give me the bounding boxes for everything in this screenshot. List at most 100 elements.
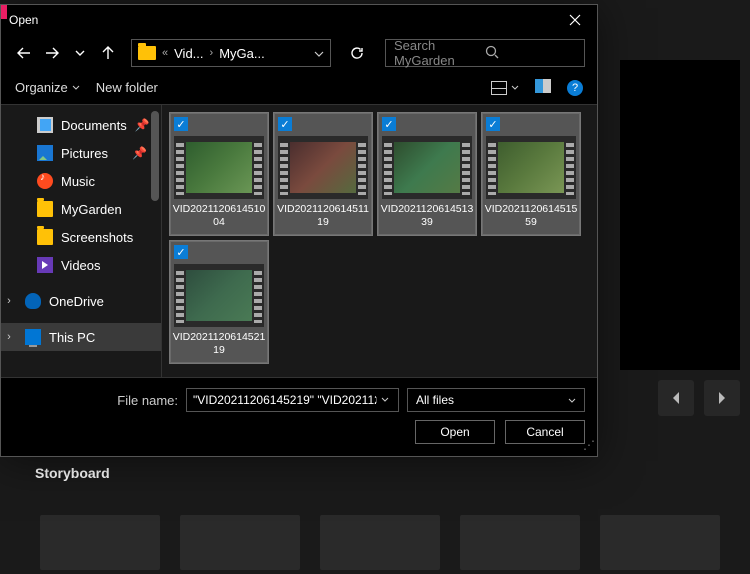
file-content-area[interactable]: ✓ VID202112061451004 ✓ VID20211206145111… <box>161 105 597 377</box>
pin-icon: 📌 <box>135 118 150 132</box>
prev-button[interactable] <box>658 380 694 416</box>
search-icon <box>485 45 576 62</box>
sidebar-item-onedrive[interactable]: › OneDrive <box>1 287 161 315</box>
up-button[interactable] <box>97 41 119 65</box>
checkbox-icon[interactable]: ✓ <box>174 245 188 259</box>
folder-icon <box>37 201 53 217</box>
folder-icon <box>138 46 156 60</box>
back-button[interactable] <box>13 41 35 65</box>
filename-row: File name: "VID20211206145219" "VID20211… <box>13 388 585 412</box>
thumbnail-grid: ✓ VID202112061451004 ✓ VID20211206145111… <box>170 113 589 363</box>
file-thumbnail[interactable]: ✓ VID202112061452119 <box>170 241 268 363</box>
titlebar: Open <box>1 5 597 35</box>
chevron-right-icon[interactable]: › <box>3 331 15 343</box>
open-dialog: Open « Vid... › MyGa... Search MyGarden <box>0 4 598 457</box>
toolbar: Organize New folder ? <box>1 71 597 105</box>
video-preview <box>620 60 740 370</box>
file-thumbnail[interactable]: ✓ VID202112061451559 <box>482 113 580 235</box>
breadcrumb-part[interactable]: MyGa... <box>219 46 265 61</box>
dialog-bottom: File name: "VID20211206145219" "VID20211… <box>1 377 597 456</box>
sidebar-item-label: Pictures <box>61 146 108 161</box>
sidebar-item-pictures[interactable]: Pictures 📌 <box>1 139 161 167</box>
chevron-down-icon <box>568 393 576 407</box>
pin-icon: 📌 <box>132 146 147 160</box>
breadcrumb[interactable]: « Vid... › MyGa... <box>131 39 331 67</box>
sidebar-item-screenshots[interactable]: Screenshots <box>1 223 161 251</box>
chevron-down-icon[interactable] <box>314 46 324 61</box>
sidebar-item-documents[interactable]: Documents 📌 <box>1 111 161 139</box>
file-thumbnail[interactable]: ✓ VID202112061451004 <box>170 113 268 235</box>
chevron-down-icon[interactable] <box>376 397 392 403</box>
sidebar-item-label: Videos <box>61 258 101 273</box>
checkbox-icon[interactable]: ✓ <box>486 117 500 131</box>
help-button[interactable]: ? <box>567 80 583 96</box>
button-row: Open Cancel <box>13 420 585 444</box>
storyboard-label: Storyboard <box>35 465 110 481</box>
sidebar-item-label: Music <box>61 174 95 189</box>
video-controls <box>658 380 740 416</box>
storyboard-slot[interactable] <box>320 515 440 570</box>
sidebar: Documents 📌 Pictures 📌 Music MyGarden Sc… <box>1 105 161 377</box>
checkbox-icon[interactable]: ✓ <box>382 117 396 131</box>
scrollbar[interactable] <box>151 111 159 201</box>
view-mode-button[interactable] <box>491 81 519 95</box>
search-placeholder: Search MyGarden <box>394 38 485 68</box>
file-type-filter[interactable]: All files <box>407 388 585 412</box>
filename-value: "VID20211206145219" "VID20211206 <box>193 393 376 407</box>
forward-button[interactable] <box>41 41 63 65</box>
chevron-right-icon: « <box>162 47 168 59</box>
storyboard-placeholders <box>40 515 720 570</box>
checkbox-icon[interactable]: ✓ <box>174 117 188 131</box>
storyboard-slot[interactable] <box>180 515 300 570</box>
play-button[interactable] <box>704 380 740 416</box>
cancel-button[interactable]: Cancel <box>505 420 585 444</box>
pictures-icon <box>37 145 53 161</box>
organize-menu[interactable]: Organize <box>15 80 80 95</box>
video-thumbnail-icon <box>174 136 264 199</box>
preview-pane-button[interactable] <box>535 79 551 96</box>
sidebar-item-music[interactable]: Music <box>1 167 161 195</box>
refresh-button[interactable] <box>343 39 371 67</box>
onedrive-icon <box>25 293 41 309</box>
videos-icon <box>37 257 53 273</box>
sidebar-item-label: Screenshots <box>61 230 133 245</box>
folder-icon <box>37 229 53 245</box>
organize-label: Organize <box>15 80 68 95</box>
file-name-label: VID202112061451004 <box>173 203 266 230</box>
file-name-label: VID202112061451559 <box>485 203 578 230</box>
recent-dropdown[interactable] <box>69 41 91 65</box>
file-name-label: VID202112061451119 <box>277 203 369 230</box>
storyboard-slot[interactable] <box>460 515 580 570</box>
thumbnails-icon <box>491 81 507 95</box>
file-name-label: VID202112061452119 <box>173 331 266 358</box>
filename-input[interactable]: "VID20211206145219" "VID20211206 <box>186 388 399 412</box>
breadcrumb-part[interactable]: Vid... <box>174 46 203 61</box>
chevron-right-icon: › <box>210 47 214 59</box>
this-pc-icon <box>25 329 41 345</box>
open-button[interactable]: Open <box>415 420 495 444</box>
video-thumbnail-icon <box>278 136 368 199</box>
preview-pane-icon <box>535 79 551 93</box>
sidebar-item-label: OneDrive <box>49 294 104 309</box>
video-thumbnail-icon <box>486 136 576 199</box>
music-icon <box>37 173 53 189</box>
chevron-right-icon[interactable]: › <box>3 295 15 307</box>
storyboard-slot[interactable] <box>600 515 720 570</box>
storyboard-slot[interactable] <box>40 515 160 570</box>
documents-icon <box>37 117 53 133</box>
sidebar-item-thispc[interactable]: › This PC <box>1 323 161 351</box>
nav-row: « Vid... › MyGa... Search MyGarden <box>1 35 597 71</box>
file-thumbnail[interactable]: ✓ VID202112061451339 <box>378 113 476 235</box>
file-name-label: VID202112061451339 <box>381 203 474 230</box>
close-button[interactable] <box>561 9 589 31</box>
checkbox-icon[interactable]: ✓ <box>278 117 292 131</box>
search-input[interactable]: Search MyGarden <box>385 39 585 67</box>
sidebar-item-label: Documents <box>61 118 127 133</box>
new-folder-button[interactable]: New folder <box>96 80 158 95</box>
filter-label: All files <box>416 393 568 407</box>
sidebar-item-mygarden[interactable]: MyGarden <box>1 195 161 223</box>
sidebar-item-videos[interactable]: Videos <box>1 251 161 279</box>
resize-grip[interactable]: ⋰ <box>583 438 593 452</box>
file-thumbnail[interactable]: ✓ VID202112061451119 <box>274 113 372 235</box>
video-thumbnail-icon <box>382 136 472 199</box>
